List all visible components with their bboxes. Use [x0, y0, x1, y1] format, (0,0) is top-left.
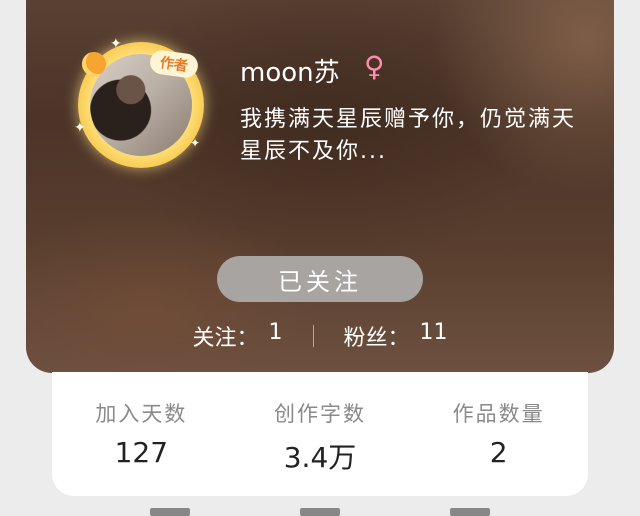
peek-item [450, 508, 490, 516]
metric-join-days: 加入天数 127 [52, 372, 231, 496]
moon-decoration-icon [82, 52, 106, 76]
sparkle-icon: ✦ [190, 136, 201, 150]
metric-label: 作品数量 [452, 402, 545, 426]
following-label: 关注： [192, 326, 259, 351]
followers-count: 11 [419, 320, 448, 345]
following-count: 1 [268, 320, 283, 345]
username: moon苏 [240, 58, 340, 88]
avatar-frame[interactable]: ✦ ✦ ✦ 作者 [74, 36, 204, 168]
followers-stat[interactable]: 粉丝： 11 [344, 320, 448, 352]
metric-value: 2 [489, 436, 508, 469]
metrics-card: 加入天数 127 创作字数 3.4万 作品数量 2 [52, 372, 588, 496]
divider [312, 325, 314, 347]
following-stat[interactable]: 关注： 1 [192, 320, 282, 352]
metric-works-count: 作品数量 2 [409, 372, 588, 496]
sparkle-icon: ✦ [74, 120, 86, 136]
metric-value: 3.4万 [283, 441, 357, 474]
metric-value: 127 [114, 436, 169, 469]
peek-item [150, 508, 190, 516]
sparkle-icon: ✦ [110, 36, 122, 52]
followers-label: 粉丝： [343, 326, 410, 351]
follow-stats: 关注： 1 粉丝： 11 [26, 320, 614, 352]
metric-label: 创作字数 [274, 402, 366, 426]
peek-item [300, 508, 340, 516]
metric-word-count: 创作字数 3.4万 [231, 372, 410, 496]
metric-label: 加入天数 [95, 402, 188, 426]
female-symbol-icon: ♀ [364, 50, 385, 83]
profile-header-card: ✦ ✦ ✦ 作者 moon苏 ♀ 我携满天星辰赠予你，仍觉满天星辰不及你... … [26, 0, 614, 373]
next-section-peek [150, 508, 490, 516]
follow-button[interactable]: 已关注 [217, 256, 423, 302]
profile-bio: 我携满天星辰赠予你，仍觉满天星辰不及你... [240, 107, 577, 164]
